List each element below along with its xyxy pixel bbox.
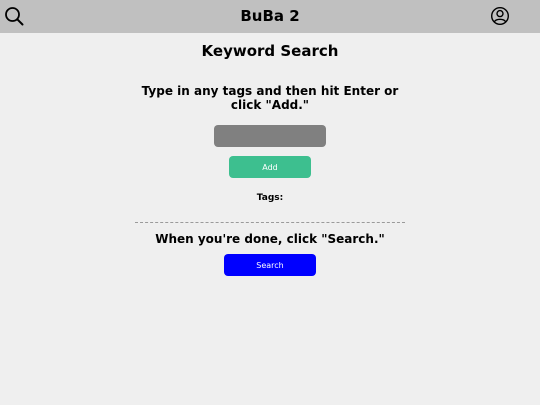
done-instructions-text: When you're done, click "Search." [155, 232, 385, 246]
page-title: Keyword Search [201, 42, 339, 60]
app-title: BuBa 2 [240, 7, 300, 25]
tags-label: Tags: [256, 193, 284, 203]
add-button[interactable]: Add [229, 156, 311, 178]
divider [135, 222, 405, 223]
account-circle-icon[interactable] [490, 6, 510, 26]
search-icon[interactable] [4, 6, 24, 26]
page: BuBa 2 Keyword Search Type in any tags a… [0, 0, 540, 405]
search-button[interactable]: Search [224, 254, 316, 276]
instructions-text: Type in any tags and then hit Enter or c… [141, 84, 399, 112]
top-bar: BuBa 2 [0, 0, 540, 33]
tag-input[interactable] [214, 125, 326, 147]
